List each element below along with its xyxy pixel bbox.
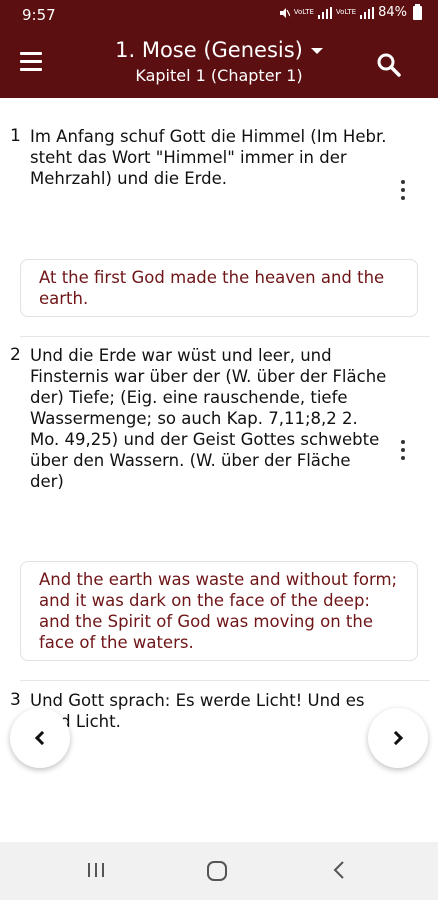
network-label-2: VoLTE [335, 8, 357, 16]
status-icons: VoLTE VoLTE 84% [278, 3, 422, 20]
signal-icon-2 [360, 6, 375, 19]
book-chapter-selector[interactable]: 1. Mose (Genesis) Kapitel 1 (Chapter 1) [80, 36, 358, 88]
dropdown-caret-icon [310, 48, 323, 54]
system-navigation-bar [0, 842, 438, 900]
hamburger-menu-icon[interactable] [20, 52, 50, 78]
verse-text: Und Gott sprach: Es werde Licht! Und es … [30, 691, 365, 731]
verse-translation: And the earth was waste and without form… [20, 561, 418, 661]
book-title: 1. Mose (Genesis) [115, 38, 303, 62]
back-icon[interactable] [330, 860, 350, 880]
verse-text: Im Anfang schuf Gott die Himmel (Im Hebr… [30, 127, 387, 188]
chapter-content[interactable]: 1 Im Anfang schuf Gott die Himmel (Im He… [0, 98, 438, 780]
verse-text: Und die Erde war wüst und leer, und Fins… [30, 346, 387, 491]
status-bar: 9:57 VoLTE VoLTE 84% [0, 0, 438, 30]
app-bar: 1. Mose (Genesis) Kapitel 1 (Chapter 1) [0, 30, 438, 98]
next-chapter-button[interactable] [368, 708, 428, 768]
battery-icon [413, 3, 422, 20]
chapter-title: Kapitel 1 (Chapter 1) [135, 66, 303, 85]
search-icon[interactable] [376, 52, 402, 78]
verse-options-icon[interactable] [398, 440, 408, 464]
chevron-right-icon [388, 730, 404, 746]
verse-options-icon[interactable] [398, 180, 408, 204]
previous-chapter-button[interactable] [10, 708, 70, 768]
recents-icon[interactable] [86, 860, 106, 880]
verse-number: 2 [10, 345, 21, 365]
battery-percentage: 84% [378, 5, 407, 20]
signal-icon-1 [317, 6, 332, 19]
chevron-left-icon [34, 730, 50, 746]
verse-translation: At the first God made the heaven and the… [20, 259, 418, 317]
verse-1[interactable]: 1 Im Anfang schuf Gott die Himmel (Im He… [0, 126, 438, 189]
mute-icon [279, 7, 290, 18]
book-title-row: 1. Mose (Genesis) [80, 36, 358, 64]
divider [20, 336, 430, 337]
network-label-1: VoLTE [293, 8, 314, 16]
verse-number: 3 [10, 690, 21, 710]
verse-number: 1 [10, 126, 21, 146]
home-icon[interactable] [206, 860, 228, 882]
status-time: 9:57 [22, 6, 56, 24]
verse-2[interactable]: 2 Und die Erde war wüst und leer, und Fi… [0, 345, 438, 492]
divider [20, 680, 430, 681]
